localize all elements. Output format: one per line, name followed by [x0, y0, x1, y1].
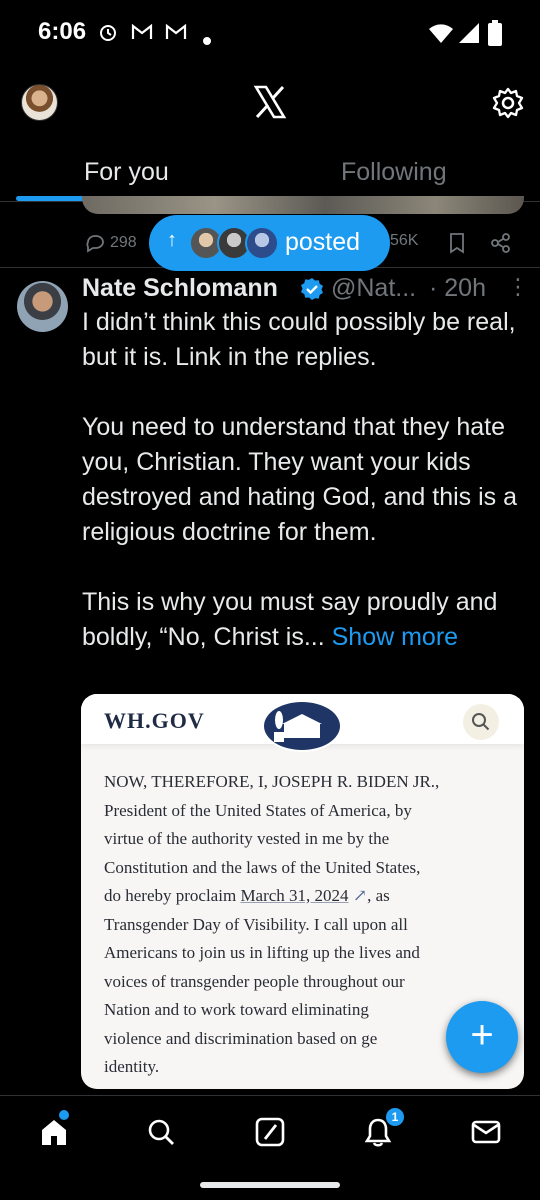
messages-icon[interactable] — [470, 1116, 502, 1148]
tweet-paragraph: You need to understand that they hate yo… — [82, 413, 518, 546]
tweet-paragraph: I didn’t think this could possibly be re… — [82, 308, 516, 371]
reply-icon — [86, 235, 104, 253]
proclamation-line-text: do hereby proclaim — [104, 886, 241, 905]
more-options-icon[interactable]: ⋮ — [507, 274, 529, 300]
battery-icon — [488, 20, 502, 50]
timeline-tabs: For you Following — [0, 140, 540, 202]
bookmark-icon — [450, 233, 464, 254]
proclamation-line: voices of transgender people throughout … — [104, 971, 405, 991]
proclamation-line: Transgender Day of Visibility. I call up… — [104, 914, 408, 934]
share-icon — [491, 233, 510, 253]
notification-badge: 1 — [386, 1108, 404, 1126]
author-handle[interactable]: @Nat... — [331, 274, 416, 303]
reply-count: 298 — [110, 234, 137, 251]
date-link: March 31, 2024 — [240, 886, 349, 905]
proclamation-line: Americans to join us in lifting up the l… — [104, 943, 420, 962]
alarm-icon — [98, 22, 118, 46]
status-bar: 6:06 — [0, 0, 540, 66]
proclamation-line: identity. — [104, 1057, 160, 1076]
views-count-container[interactable]: 56K — [390, 232, 418, 250]
home-icon[interactable] — [38, 1116, 70, 1148]
views-count: 56K — [390, 232, 419, 249]
share-button[interactable] — [490, 232, 512, 254]
search-icon — [463, 704, 499, 740]
x-logo-icon[interactable] — [252, 84, 288, 120]
proclamation-line: Nation and to work toward eliminating — [104, 1000, 369, 1019]
author-name[interactable]: Nate Schlomann — [82, 274, 278, 303]
proclamation-line-suffix: , as — [367, 886, 390, 905]
system-home-indicator[interactable] — [200, 1182, 340, 1188]
proclamation-line: President of the United States of Americ… — [104, 800, 412, 820]
grok-icon[interactable] — [254, 1116, 286, 1148]
status-time: 6:06 — [38, 18, 87, 45]
tab-for-you[interactable]: For you — [84, 158, 169, 187]
reply-button[interactable]: 298 — [84, 232, 137, 254]
compose-button[interactable]: + — [446, 1001, 518, 1073]
author-avatar[interactable] — [17, 281, 68, 332]
profile-avatar[interactable] — [21, 84, 58, 121]
proclamation-line: virtue of the authority vested in me by … — [104, 829, 390, 848]
unread-dot — [59, 1110, 69, 1120]
bottom-navigation: 1 — [0, 1095, 540, 1169]
gear-icon[interactable] — [491, 86, 525, 120]
website-header: WH.GOV — [81, 694, 524, 752]
tweet-paragraph: This is why you must say proudly and bol… — [82, 585, 522, 655]
site-title: WH.GOV — [104, 708, 205, 733]
dot-icon — [203, 29, 211, 49]
tweet-text[interactable]: I didn’t think this could possibly be re… — [82, 305, 522, 655]
previous-tweet-media[interactable] — [82, 196, 524, 214]
proclamation-text: NOW, THEREFORE, I, JOSEPH R. BIDEN JR., … — [104, 768, 504, 1082]
plus-icon: + — [470, 1013, 494, 1057]
gmail-icon — [164, 22, 188, 46]
tweet-timestamp[interactable]: · 20h — [429, 274, 486, 303]
proclamation-line: do hereby proclaim March 31, 2024 ↗, as — [104, 882, 504, 911]
gmail-icon — [130, 22, 154, 46]
avatar — [245, 226, 279, 260]
arrow-up-icon: ↑ — [167, 229, 177, 251]
external-link-icon: ↗ — [348, 886, 368, 905]
show-more-link[interactable]: Show more — [332, 623, 458, 651]
top-app-bar — [0, 66, 540, 140]
white-house-seal-icon — [262, 700, 342, 752]
proclamation-line: Constitution and the laws of the United … — [104, 857, 421, 877]
tab-following[interactable]: Following — [341, 158, 447, 187]
proclamation-line: NOW, THEREFORE, I, JOSEPH R. BIDEN JR., — [104, 772, 440, 791]
bookmark-button[interactable] — [446, 232, 468, 254]
proclamation-line: violence and discrimination based on ge — [104, 1028, 378, 1048]
search-icon[interactable] — [145, 1116, 177, 1148]
wifi-icon — [428, 22, 454, 48]
posted-label: posted — [285, 228, 361, 256]
verified-badge-icon — [301, 278, 323, 300]
tweet-header: Nate Schlomann @Nat... · 20h ⋮ — [82, 274, 529, 306]
signal-icon — [458, 22, 480, 48]
new-posts-pill[interactable]: ↑ posted — [149, 215, 390, 271]
